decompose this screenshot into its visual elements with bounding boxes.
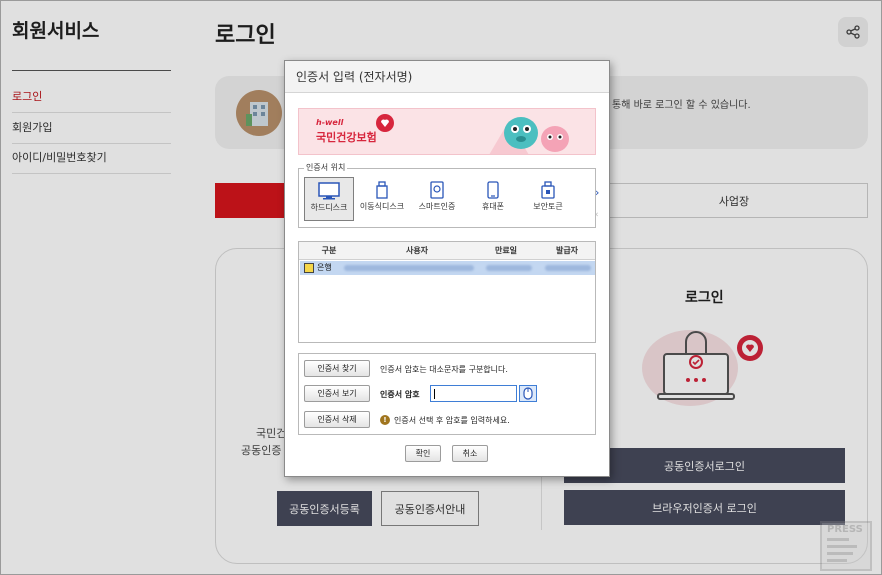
table-row[interactable]: 은행 — [300, 261, 595, 275]
cert-location-legend: 인증서 위치 — [304, 162, 348, 173]
password-hint: 인증서 선택 후 암호를 입력하세요. — [394, 416, 510, 425]
cert-dialog: 인증서 입력 (전자서명) h-well 국민건강보험 인증서 위치 하드디스크… — [284, 60, 610, 477]
column-header-user: 사용자 — [405, 246, 429, 255]
location-removable[interactable]: 이동식디스크 — [357, 177, 407, 221]
token-icon — [541, 181, 555, 199]
redacted-issuer — [545, 265, 591, 271]
cancel-button[interactable]: 취소 — [452, 445, 488, 462]
nhis-banner: h-well 국민건강보험 — [298, 108, 596, 155]
chevron-left-icon[interactable]: ‹ — [595, 210, 599, 220]
location-smart-cert[interactable]: 스마트인증 — [412, 177, 462, 221]
cert-location-group: 인증서 위치 하드디스크 이동식디스크 스마트인증 휴대폰 보안토큰 › ‹ — [298, 162, 599, 228]
usb-icon — [376, 181, 388, 199]
column-header-type: 구분 — [321, 246, 337, 255]
cert-icon — [304, 263, 314, 273]
virtual-keyboard-button[interactable] — [519, 385, 537, 402]
monitor-icon — [318, 182, 340, 200]
cert-type: 은행 — [317, 263, 332, 272]
delete-cert-button[interactable]: 인증서 삭제 — [304, 411, 370, 428]
ok-button[interactable]: 확인 — [405, 445, 441, 462]
text-caret — [434, 389, 435, 399]
location-label: 휴대폰 — [481, 202, 505, 211]
redacted-user — [344, 265, 474, 271]
location-label: 스마트인증 — [418, 202, 456, 211]
column-header-issuer: 발급자 — [555, 246, 579, 255]
location-token[interactable]: 보안토큰 — [523, 177, 573, 221]
location-harddisk[interactable]: 하드디스크 — [304, 177, 354, 221]
redacted-expiry — [486, 265, 532, 271]
location-label: 보안토큰 — [533, 202, 563, 211]
heart-logo-icon — [376, 114, 394, 132]
location-label: 이동식디스크 — [359, 202, 405, 211]
mascot-icon — [489, 117, 569, 154]
case-sensitive-notice: 인증서 암호는 대소문자를 구분합니다. — [380, 365, 508, 374]
dialog-title: 인증서 입력 (전자서명) — [285, 61, 609, 93]
view-cert-button[interactable]: 인증서 보기 — [304, 385, 370, 402]
cert-action-box: 인증서 찾기 인증서 암호는 대소문자를 구분합니다. 인증서 보기 인증서 암… — [298, 353, 596, 435]
banner-name: 국민건강보험 — [316, 131, 377, 144]
smart-cert-icon — [430, 181, 444, 199]
cert-list-table: 구분 사용자 만료일 발급자 은행 — [298, 241, 596, 343]
location-label: 하드디스크 — [310, 203, 348, 212]
column-header-expiry: 만료일 — [494, 246, 518, 255]
mouse-icon — [523, 387, 533, 400]
banner-brand: h-well — [316, 118, 344, 127]
chevron-right-icon[interactable]: › — [595, 186, 599, 199]
warning-icon: ! — [380, 415, 390, 425]
cert-password-input[interactable] — [430, 385, 517, 402]
find-cert-button[interactable]: 인증서 찾기 — [304, 360, 370, 377]
phone-icon — [487, 181, 499, 199]
password-label: 인증서 암호 — [380, 390, 420, 399]
location-phone[interactable]: 휴대폰 — [468, 177, 518, 221]
